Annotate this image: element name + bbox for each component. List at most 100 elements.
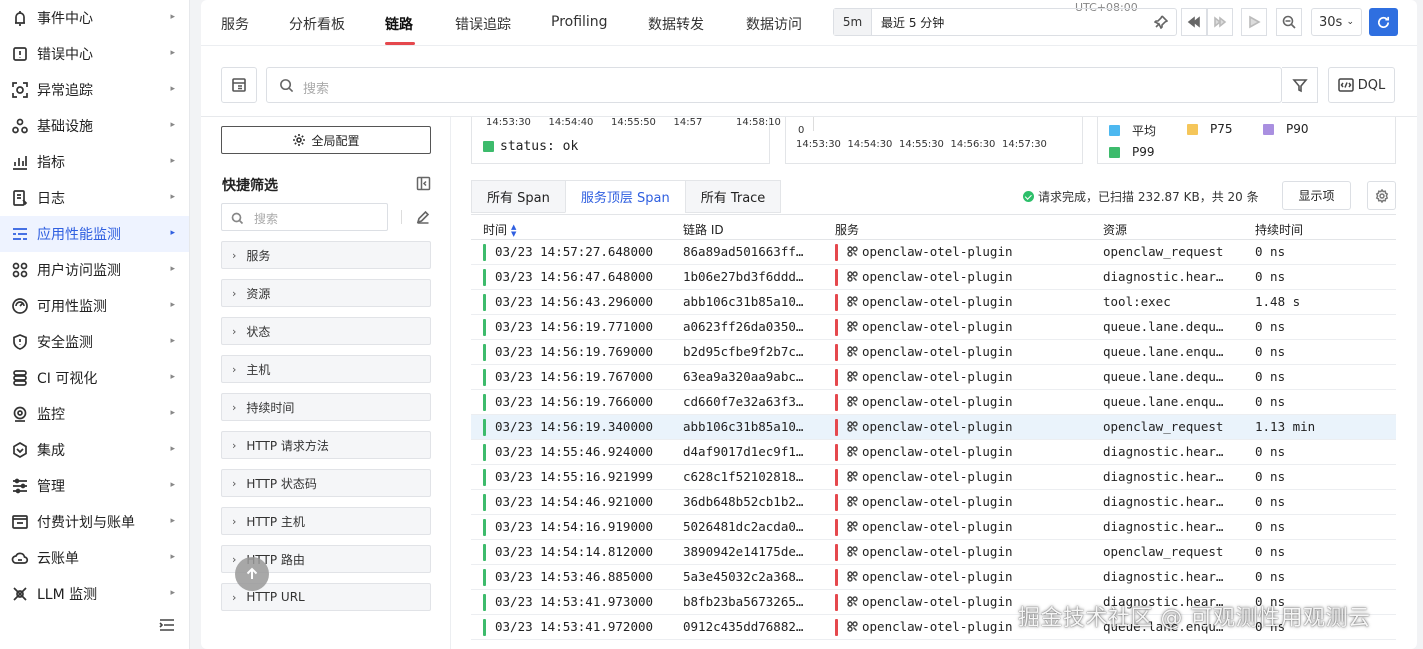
dql-button[interactable]: DQL [1328,67,1395,103]
column-header-time[interactable]: 时间 ▲ ▼ [483,221,516,238]
legend-item[interactable]: 平均 [1109,122,1156,139]
cell-trace-id[interactable]: d4af9017d1ec9f1… [683,444,821,459]
cell-resource[interactable]: diagnostic.hear… [1103,519,1243,534]
time-range-picker[interactable]: 5m 最近 5 分钟 [833,8,1177,36]
sidebar-item[interactable]: 可用性监测 ▸ [0,288,189,324]
sidebar-item[interactable]: 管理 ▸ [0,468,189,504]
cell-trace-id[interactable]: abb106c31b85a10… [683,419,821,434]
table-row[interactable]: 03/23 14:53:46.885000 5a3e45032c2a368… ope… [471,565,1396,590]
table-row[interactable]: 03/23 14:56:19.767000 63ea9a320aa9abc… ope… [471,365,1396,390]
cell-resource[interactable]: queue.lane.dequ… [1103,319,1243,334]
table-row[interactable]: 03/23 14:56:43.296000 abb106c31b85a10… ope… [471,290,1396,315]
table-row[interactable]: 03/23 14:55:46.924000 d4af9017d1ec9f1… ope… [471,440,1396,465]
table-settings-button[interactable] [1367,181,1396,210]
cell-service[interactable]: openclaw-otel-plugin [847,594,1013,609]
cell-resource[interactable]: queue.lane.enqu… [1103,344,1243,359]
cell-service[interactable]: openclaw-otel-plugin [847,319,1013,334]
status-legend[interactable]: status: ok [483,139,578,154]
cell-service[interactable]: openclaw-otel-plugin [847,244,1013,259]
cell-service[interactable]: openclaw-otel-plugin [847,444,1013,459]
tab-services[interactable]: 服务 [221,14,249,34]
cell-service[interactable]: openclaw-otel-plugin [847,569,1013,584]
cell-resource[interactable]: queue.lane.dequ… [1103,369,1243,384]
subtab-all-traces[interactable]: 所有 Trace [684,180,782,213]
sidebar-item[interactable]: 基础设施 ▸ [0,108,189,144]
cell-service[interactable]: openclaw-otel-plugin [847,269,1013,284]
subtab-all-spans[interactable]: 所有 Span [471,180,565,213]
table-row[interactable]: 03/23 14:54:46.921000 36db648b52cb1b2… ope… [471,490,1396,515]
panel-collapse-icon[interactable] [416,176,432,192]
tab-traces[interactable]: 链路 [385,14,413,34]
cell-resource[interactable]: diagnostic.hear… [1103,444,1243,459]
display-columns-button[interactable]: 显示项 [1282,181,1351,210]
cell-trace-id[interactable]: 63ea9a320aa9abc… [683,369,821,384]
cell-resource[interactable]: diagnostic.hear… [1103,269,1243,284]
cell-resource[interactable]: queue.lane.enqu… [1103,394,1243,409]
cell-resource[interactable]: openclaw_request [1103,419,1243,434]
cell-resource[interactable]: openclaw_request [1103,544,1243,559]
cell-trace-id[interactable]: 0912c435dd76882… [683,619,821,634]
table-row[interactable]: 03/23 14:56:19.766000 cd660f7e32a63f3… ope… [471,390,1396,415]
time-preset[interactable]: 5m [834,9,872,35]
sidebar-item[interactable]: 事件中心 ▸ [0,0,189,36]
table-row[interactable]: 03/23 14:55:16.921999 c628c1f52102818… ope… [471,465,1396,490]
play-button[interactable] [1241,8,1267,36]
legend-item[interactable]: P75 [1187,122,1233,136]
cell-resource[interactable]: diagnostic.hear… [1103,569,1243,584]
cell-service[interactable]: openclaw-otel-plugin [847,469,1013,484]
zoom-out-button[interactable] [1276,8,1302,36]
cell-trace-id[interactable]: 86a89ad501663ff… [683,244,821,259]
fast-forward-button[interactable] [1207,8,1233,36]
facet-item[interactable]: › 资源 [221,279,431,307]
rewind-button[interactable] [1181,8,1207,36]
sidebar-item[interactable]: CI 可视化 ▸ [0,360,189,396]
cell-trace-id[interactable]: c628c1f52102818… [683,469,821,484]
tab-data-access[interactable]: 数据访问 [746,14,802,34]
global-config-button[interactable]: 全局配置 [221,126,431,154]
saved-view-button[interactable] [221,67,257,103]
sort-desc-icon[interactable]: ▲ ▼ [511,223,516,238]
cell-trace-id[interactable]: b2d95cfbe9f2b7c… [683,344,821,359]
table-row[interactable]: 03/23 14:56:19.769000 b2d95cfbe9f2b7c… ope… [471,340,1396,365]
legend-item[interactable]: P90 [1263,122,1309,136]
cell-service[interactable]: openclaw-otel-plugin [847,394,1013,409]
column-header-resource[interactable]: 资源 [1103,221,1127,238]
facet-item[interactable]: › 服务 [221,241,431,269]
cell-trace-id[interactable]: abb106c31b85a10… [683,294,821,309]
cell-resource[interactable]: diagnostic.hear… [1103,494,1243,509]
cell-resource[interactable]: tool:exec [1103,294,1243,309]
sidebar-item[interactable]: 集成 ▸ [0,432,189,468]
sidebar-item[interactable]: 付费计划与账单 ▸ [0,504,189,540]
cell-resource[interactable]: openclaw_request [1103,244,1243,259]
cell-trace-id[interactable]: 5026481dc2acda0… [683,519,821,534]
cell-trace-id[interactable]: a0623ff26da0350… [683,319,821,334]
sidebar-item[interactable]: 监控 ▸ [0,396,189,432]
menu-collapse-icon[interactable] [158,616,176,634]
facet-item[interactable]: › 持续时间 [221,393,431,421]
refresh-interval-select[interactable]: 30s ⌄ [1311,8,1362,36]
cell-trace-id[interactable]: 1b06e27bd3f6ddd… [683,269,821,284]
sidebar-item[interactable]: LLM 监测 ▸ [0,576,189,612]
sidebar-item[interactable]: 日志 ▸ [0,180,189,216]
filter-search-input[interactable]: 搜索 [221,203,388,231]
sidebar-item[interactable]: 异常追踪 ▸ [0,72,189,108]
cell-service[interactable]: openclaw-otel-plugin [847,344,1013,359]
cell-trace-id[interactable]: 3890942e14175de… [683,544,821,559]
time-range-text[interactable]: 最近 5 分钟 [881,14,944,31]
sidebar-item[interactable]: 云账单 ▸ [0,540,189,576]
table-row[interactable]: 03/23 14:56:19.340000 abb106c31b85a10… ope… [471,415,1396,440]
cell-service[interactable]: openclaw-otel-plugin [847,619,1013,634]
cell-service[interactable]: openclaw-otel-plugin [847,494,1013,509]
cell-service[interactable]: openclaw-otel-plugin [847,544,1013,559]
table-row[interactable]: 03/23 14:57:27.648000 86a89ad501663ff… ope… [471,240,1396,265]
sidebar-item[interactable]: 错误中心 ▸ [0,36,189,72]
sidebar-item[interactable]: 用户访问监测 ▸ [0,252,189,288]
edit-icon[interactable] [416,209,432,225]
cell-service[interactable]: openclaw-otel-plugin [847,294,1013,309]
cell-trace-id[interactable]: b8fb23ba5673265… [683,594,821,609]
cell-service[interactable]: openclaw-otel-plugin [847,369,1013,384]
facet-item[interactable]: › HTTP 状态码 [221,469,431,497]
scroll-to-top-button[interactable] [235,557,269,591]
cell-trace-id[interactable]: cd660f7e32a63f3… [683,394,821,409]
cell-resource[interactable]: diagnostic.hear… [1103,469,1243,484]
